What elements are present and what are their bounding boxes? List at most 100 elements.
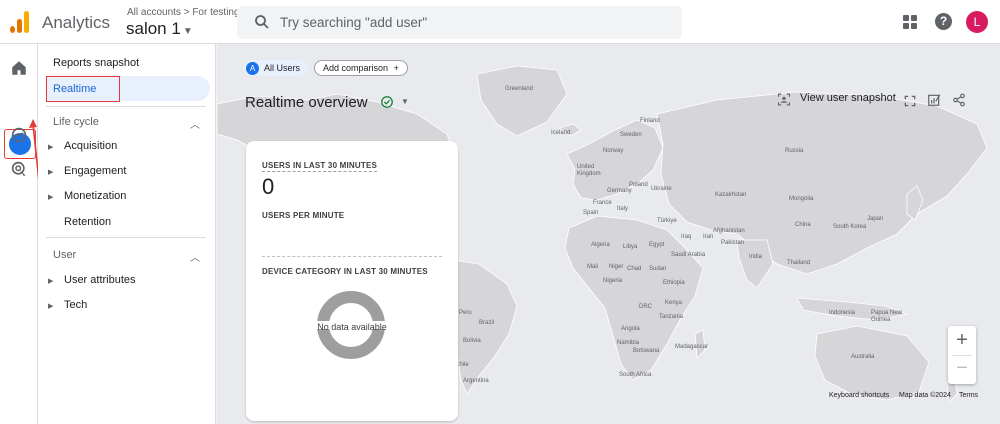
account-breadcrumb[interactable]: All accounts > For testing — [127, 7, 240, 18]
map-label-peru: Peru — [459, 310, 472, 316]
device-category-label: DEVICE CATEGORY IN LAST 30 MINUTES — [262, 267, 428, 276]
map-label-saudi-arabia: Saudi Arabia — [671, 252, 706, 258]
top-bar: Analytics All accounts > For testing sal… — [0, 0, 1000, 44]
left-rail — [0, 44, 38, 424]
search-input[interactable]: Try searching "add user" — [280, 15, 427, 30]
map-label-greenland: Greenland — [505, 86, 534, 92]
map-data-attribution: Map data ©2024 — [899, 392, 951, 399]
nav-item-engagement[interactable]: Engagement — [64, 165, 126, 177]
realtime-map-area[interactable]: Greenland Iceland Finland Sweden Norway … — [217, 44, 1000, 424]
map-label-egypt: Egypt — [649, 242, 665, 248]
map-label-iran: Iran — [703, 234, 714, 240]
map-label-papua-new-guinea: Papua New Guinea — [871, 310, 903, 323]
expand-arrow-icon[interactable]: ▶ — [48, 143, 53, 151]
terms-link[interactable]: Terms — [959, 392, 978, 399]
map-label-france: France — [593, 200, 612, 206]
segment-chip-all-users[interactable]: A All Users — [244, 60, 309, 76]
chevron-down-icon[interactable]: ▼ — [401, 97, 409, 106]
map-label-ethiopia: Ethiopia — [663, 280, 685, 286]
chevron-up-icon[interactable]: ︿ — [190, 116, 200, 131]
property-selector[interactable]: salon 1 ▼ — [126, 19, 193, 39]
map-zoom-control: + − — [948, 326, 976, 384]
divider — [46, 237, 206, 238]
map-label-drc: DRC — [639, 304, 652, 310]
zoom-in-button[interactable]: + — [948, 328, 976, 352]
map-label-finland: Finland — [640, 118, 660, 124]
no-data-message: No data available — [317, 322, 387, 332]
check-circle-icon[interactable] — [380, 95, 394, 109]
nav-realtime-label: Realtime — [53, 83, 97, 95]
users-per-minute-label: USERS PER MINUTE — [262, 211, 345, 220]
chevron-up-icon[interactable]: ︿ — [190, 249, 200, 264]
section-user[interactable]: User — [53, 249, 76, 261]
map-label-india: India — [749, 254, 763, 260]
map-label-afghanistan: Afghanistan — [713, 228, 745, 234]
nav-reports-snapshot[interactable]: Reports snapshot — [53, 57, 139, 69]
share-icon[interactable] — [952, 93, 966, 107]
explore-icon[interactable] — [10, 126, 28, 144]
map-label-spain: Spain — [583, 210, 599, 216]
analytics-logo-icon[interactable] — [10, 11, 30, 33]
map-label-australia: Australia — [851, 354, 875, 360]
map-label-italy: Italy — [617, 206, 629, 212]
map-label-libya: Libya — [623, 244, 638, 250]
map-label-japan: Japan — [867, 216, 884, 222]
expand-arrow-icon[interactable]: ▶ — [48, 277, 53, 285]
fullscreen-icon[interactable] — [903, 94, 917, 108]
map-label-ukraine: Ukraine — [651, 186, 672, 192]
map-label-united-kingdom: United Kingdom — [577, 164, 601, 177]
map-label-kazakhstan: Kazakhstan — [715, 192, 747, 198]
users-last-30-min-label[interactable]: USERS IN LAST 30 MINUTES — [262, 161, 378, 172]
page-title: Realtime overview — [245, 94, 368, 111]
help-icon[interactable]: ? — [935, 13, 952, 30]
map-label-kenya: Kenya — [665, 300, 683, 306]
nav-item-acquisition[interactable]: Acquisition — [64, 140, 117, 152]
nav-item-tech[interactable]: Tech — [64, 299, 87, 311]
map-label-pakistan: Pakistan — [721, 240, 745, 246]
map-label-south-africa: South Africa — [619, 372, 652, 378]
reports-icon[interactable] — [12, 91, 26, 105]
map-label-madagascar: Madagascar — [675, 344, 709, 350]
view-user-snapshot-button[interactable]: View user snapshot — [800, 92, 896, 104]
map-label-namibia: Namibia — [617, 340, 640, 346]
map-label-niger: Niger — [609, 264, 624, 270]
user-snapshot-icon[interactable] — [777, 93, 791, 106]
segment-badge: A — [246, 61, 259, 75]
avatar[interactable]: L — [966, 11, 988, 33]
map-label-bolivia: Bolivia — [463, 338, 481, 344]
users-last-30-min-value: 0 — [262, 174, 275, 199]
map-label-norway: Norway — [603, 148, 624, 154]
map-label-argentina: Argentina — [463, 378, 489, 384]
chevron-down-icon: ▼ — [182, 26, 193, 37]
nav-item-retention[interactable]: Retention — [64, 216, 111, 228]
reports-nav-panel: Reports snapshot Realtime Life cycle ︿ ▶… — [38, 44, 216, 424]
map-label-sudan: Sudan — [649, 266, 667, 272]
nav-item-user-attributes[interactable]: User attributes — [64, 274, 136, 286]
keyboard-shortcuts-link[interactable]: Keyboard shortcuts — [829, 392, 889, 399]
advertising-icon[interactable] — [10, 160, 28, 178]
add-comparison-label: Add comparison — [323, 63, 389, 73]
map-label-iraq: Iraq — [681, 234, 692, 240]
map-label-sweden: Sweden — [620, 132, 642, 138]
zoom-out-button[interactable]: − — [948, 356, 976, 380]
app-name: Analytics — [42, 13, 111, 32]
expand-arrow-icon[interactable]: ▶ — [48, 168, 53, 176]
customize-report-icon[interactable] — [927, 93, 941, 107]
map-label-chad: Chad — [627, 266, 642, 272]
add-comparison-button[interactable]: Add comparison + — [314, 60, 408, 76]
expand-arrow-icon[interactable]: ▶ — [48, 302, 53, 310]
search-bar[interactable]: Try searching "add user" — [237, 6, 682, 39]
map-label-mali: Mali — [587, 264, 599, 270]
property-name: salon 1 — [126, 19, 181, 38]
section-life-cycle[interactable]: Life cycle — [53, 116, 99, 128]
home-icon[interactable] — [10, 59, 28, 77]
map-label-indonesia: Indonesia — [829, 310, 856, 316]
map-label-poland: Poland — [629, 182, 648, 188]
divider — [46, 106, 206, 107]
search-icon — [255, 15, 269, 29]
plus-icon: + — [393, 63, 399, 73]
expand-arrow-icon[interactable]: ▶ — [48, 193, 53, 201]
map-label-thailand: Thailand — [787, 260, 811, 266]
apps-grid-icon[interactable] — [903, 15, 917, 29]
nav-item-monetization[interactable]: Monetization — [64, 190, 126, 202]
